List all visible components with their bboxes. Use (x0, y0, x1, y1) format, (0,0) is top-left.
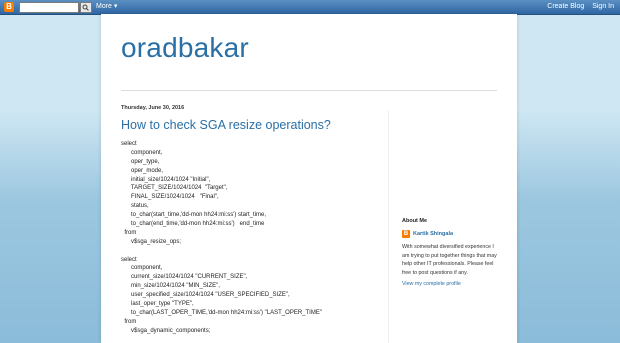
code-line: v$sga_dynamic_components; (121, 327, 211, 334)
code-line: to_char(end_time,'dd-mon hh24:mi:ss') en… (121, 221, 265, 228)
code-line: component, (121, 265, 163, 272)
code-line: oper_type, (121, 158, 160, 165)
code-line: select (121, 256, 137, 263)
code-line: FINAL_SIZE/1024/1024 "Final", (121, 194, 219, 201)
more-menu[interactable]: More ▾ (96, 1, 117, 12)
about-text: With somewhat diversified experience I a… (402, 244, 497, 276)
code-line: TARGET_SIZE/1024/1024 "Target", (121, 185, 228, 192)
column-divider (388, 110, 389, 343)
blogger-logo-icon[interactable]: B (4, 2, 14, 12)
sidebar-about-widget: About Me B Kartik Shingala With somewhat… (402, 218, 502, 287)
create-blog-link[interactable]: Create Blog (547, 3, 584, 10)
code-line: from (121, 229, 137, 236)
search-icon (82, 4, 89, 11)
profile-row: B Kartik Shingala (402, 230, 502, 239)
code-line: component, (121, 149, 163, 156)
header-divider (121, 90, 497, 91)
code-line: status, (121, 203, 149, 210)
blogger-profile-icon: B (402, 230, 410, 238)
code-line: current_size/1024/1024 "CURRENT_SIZE", (121, 274, 248, 281)
code-line: oper_mode, (121, 167, 164, 174)
code-line: to_char(LAST_OPER_TIME,'dd-mon hh24:mi:s… (121, 309, 322, 316)
code-line: v$sga_resize_ops; (121, 238, 182, 245)
post-date: Thursday, June 30, 2016 (121, 105, 185, 111)
code-line: last_oper_type "TYPE", (121, 301, 194, 308)
blogger-navbar: B More ▾ Create Blog Sign In (0, 0, 620, 15)
search-button[interactable] (80, 2, 92, 13)
blog-page: oradbakar Thursday, June 30, 2016 How to… (101, 14, 517, 343)
navbar-right-links: Create Blog Sign In (541, 1, 614, 12)
code-line: initial_size/1024/1024 "Initial", (121, 176, 211, 183)
code-line: min_size/1024/1024 "MIN_SIZE", (121, 283, 220, 290)
post-body: select component, oper_type, oper_mode, … (121, 140, 381, 336)
profile-name-link[interactable]: Kartik Shingala (413, 230, 453, 238)
about-me-heading: About Me (402, 218, 428, 224)
code-line: to_char(start_time,'dd-mon hh24:mi:ss') … (121, 212, 267, 219)
code-line: from (121, 318, 137, 325)
blog-title[interactable]: oradbakar (121, 32, 249, 64)
post-title[interactable]: How to check SGA resize operations? (121, 118, 331, 132)
view-profile-link[interactable]: View my complete profile (402, 281, 502, 287)
code-line: user_specified_size/1024/1024 "USER_SPEC… (121, 292, 290, 299)
sign-in-link[interactable]: Sign In (592, 3, 614, 10)
search-input[interactable] (19, 2, 79, 13)
code-line: select (121, 141, 137, 147)
